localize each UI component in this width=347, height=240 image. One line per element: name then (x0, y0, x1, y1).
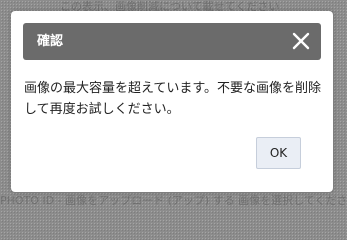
confirm-dialog: 確認 画像の最大容量を超えています。不要な画像を削除して再度お試しください。 O… (11, 11, 333, 192)
ok-button[interactable]: OK (256, 137, 301, 169)
background-text-bottom: PHOTO ID - 画像をアップロード (アップ) する 画像を選択してくださ… (0, 194, 347, 207)
dialog-header: 確認 (23, 23, 321, 60)
dialog-message: 画像の最大容量を超えています。不要な画像を削除して再度お試しください。 (24, 81, 322, 117)
dialog-title: 確認 (37, 34, 64, 49)
close-icon[interactable] (291, 31, 311, 51)
